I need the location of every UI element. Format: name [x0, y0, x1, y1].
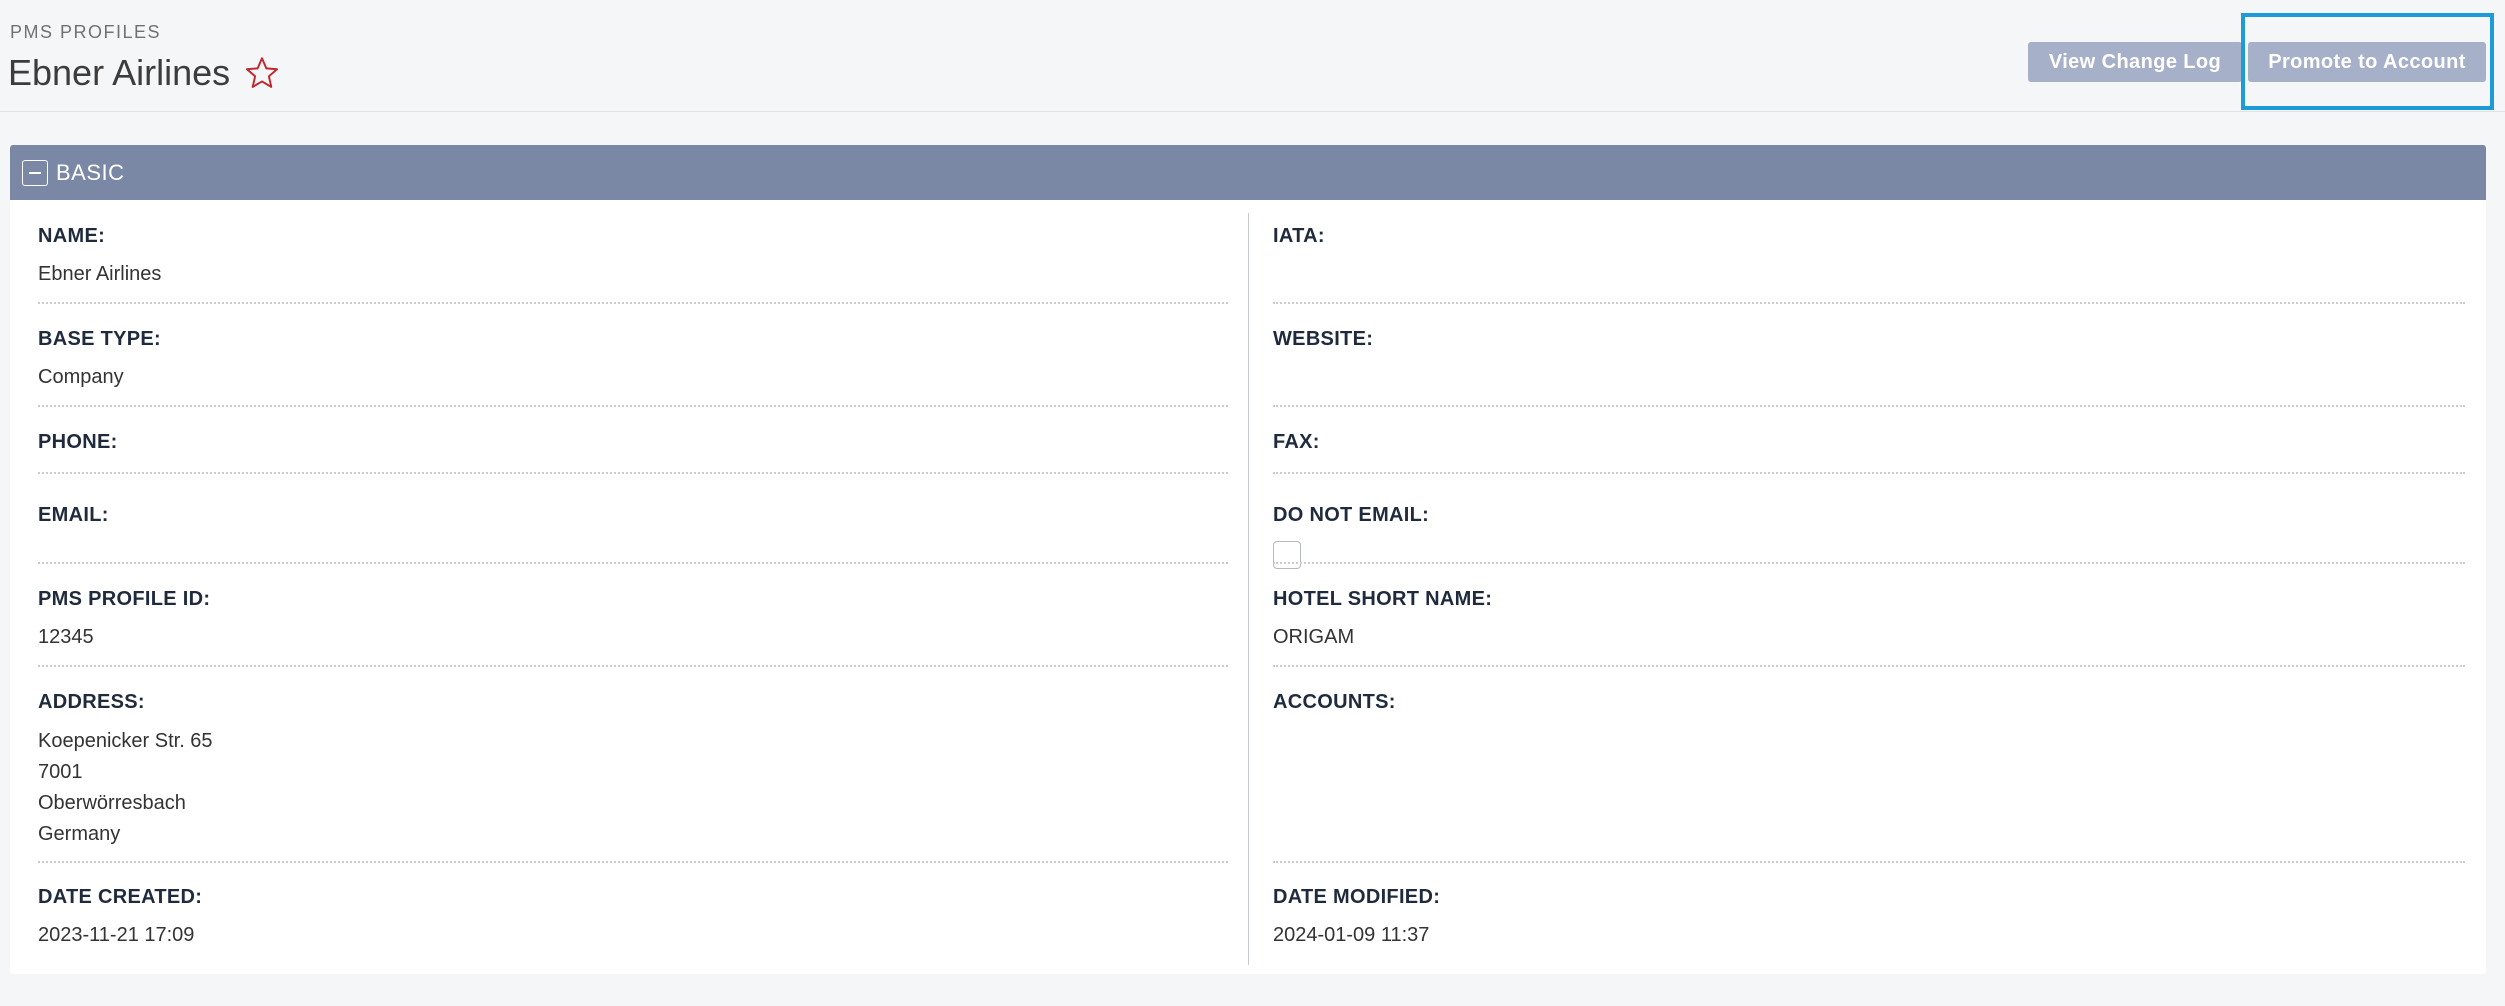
field-label: BASE TYPE: — [38, 328, 162, 350]
field-label: PHONE: — [38, 431, 118, 453]
field-label: DO NOT EMAIL: — [1273, 504, 1430, 526]
field-label: PMS PROFILE ID: — [38, 588, 211, 610]
divider — [1273, 665, 2465, 667]
field-label: ACCOUNTS: — [1273, 691, 1396, 713]
divider — [1273, 562, 2465, 564]
minus-icon[interactable] — [22, 159, 48, 186]
address-line: Germany — [38, 823, 121, 845]
divider — [38, 405, 1228, 407]
panel-title: BASIC — [56, 159, 125, 185]
module-label: PMS PROFILES — [10, 22, 162, 42]
divider — [38, 302, 1228, 304]
record-title: Ebner Airlines — [8, 52, 231, 93]
divider — [1273, 302, 2465, 304]
field-value: Ebner Airlines — [38, 263, 162, 285]
divider — [1273, 405, 2465, 407]
field-label: ADDRESS: — [38, 691, 145, 713]
divider — [38, 562, 1228, 564]
address-line: 7001 — [38, 761, 83, 783]
divider — [1273, 472, 2465, 474]
field-label: DATE CREATED: — [38, 886, 203, 908]
field-value: 2024-01-09 11:37 — [1273, 924, 1430, 946]
page-header: PMS PROFILES Ebner Airlines View Change … — [0, 0, 2505, 112]
field-label: DATE MODIFIED: — [1273, 886, 1441, 908]
field-value: Company — [38, 366, 124, 388]
field-value: 12345 — [38, 626, 94, 648]
divider — [38, 665, 1228, 667]
divider — [38, 861, 1228, 863]
field-label: IATA: — [1273, 225, 1325, 247]
column-divider — [1248, 213, 1249, 965]
basic-panel-header[interactable]: BASIC — [10, 145, 2486, 200]
view-change-log-button[interactable]: View Change Log — [2028, 42, 2242, 82]
field-label: FAX: — [1273, 431, 1320, 453]
promote-to-account-button[interactable]: Promote to Account — [2248, 42, 2486, 82]
field-label: HOTEL SHORT NAME: — [1273, 588, 1493, 610]
address-line: Koepenicker Str. 65 — [38, 730, 213, 752]
field-label: NAME: — [38, 225, 106, 247]
address-line: Oberwörresbach — [38, 792, 186, 814]
field-value: 2023-11-21 17:09 — [38, 924, 195, 946]
do-not-email-checkbox[interactable] — [1273, 541, 1301, 569]
field-label: WEBSITE: — [1273, 328, 1374, 350]
divider — [1273, 861, 2465, 863]
basic-panel: BASIC NAME: Ebner Airlines IATA: BASE TY… — [10, 145, 2486, 974]
record-title-group: Ebner Airlines — [8, 52, 280, 94]
star-outline-icon[interactable] — [244, 55, 280, 91]
field-label: EMAIL: — [38, 504, 109, 526]
field-value: ORIGAM — [1273, 626, 1355, 648]
divider — [38, 472, 1228, 474]
address-value: Koepenicker Str. 65 7001 Oberwörresbach … — [38, 726, 213, 850]
